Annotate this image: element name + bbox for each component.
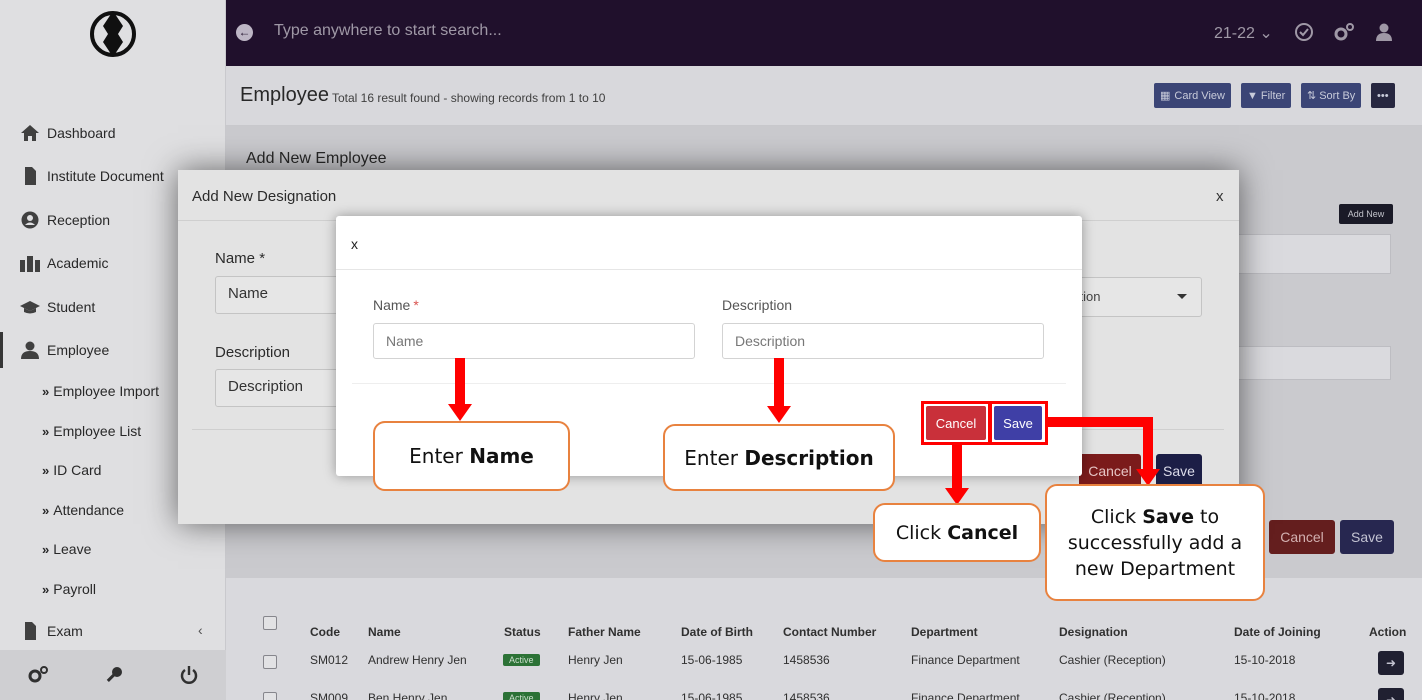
callout-bold-text: Name [469, 444, 534, 468]
divider [336, 269, 1082, 270]
modal-title: Add New Designation [192, 188, 337, 205]
callout-enter-name: Enter Name [373, 421, 570, 491]
close-icon[interactable]: x [351, 236, 358, 252]
name-label-text: Name [373, 297, 411, 313]
name-field[interactable]: Name [215, 276, 355, 314]
callout-bold-text: Description [744, 445, 874, 470]
outer-cancel-button[interactable]: Cancel [1079, 454, 1141, 488]
callout-text: Enter [409, 444, 470, 468]
caret-down-icon [1177, 294, 1187, 299]
outer-save-button[interactable]: Save [1156, 454, 1202, 488]
required-marker: * [259, 250, 266, 267]
cancel-button[interactable]: Cancel [926, 406, 986, 440]
description-label: Description [722, 297, 793, 313]
name-input[interactable] [373, 323, 695, 359]
description-field[interactable]: Description [215, 369, 355, 407]
required-marker: * [413, 297, 419, 313]
callout-bold-text: Save [1142, 506, 1194, 528]
callout-text: Click [1090, 506, 1143, 528]
callout-text: Enter [684, 445, 745, 470]
close-icon[interactable]: x [1216, 188, 1224, 205]
callout-click-save: Click Save to successfully add a new Dep… [1045, 484, 1265, 601]
callout-click-cancel: Click Cancel [873, 503, 1041, 562]
description-label: Description [215, 344, 291, 361]
callout-bold-text: Cancel [947, 521, 1019, 544]
callout-enter-description: Enter Description [663, 424, 895, 491]
name-label-text: Name [215, 250, 256, 267]
description-input[interactable] [722, 323, 1044, 359]
save-button[interactable]: Save [994, 406, 1042, 440]
name-label: Name * [373, 297, 419, 313]
divider [352, 383, 1066, 384]
callout-text: Click [895, 521, 948, 544]
name-label: Name * [215, 250, 265, 267]
